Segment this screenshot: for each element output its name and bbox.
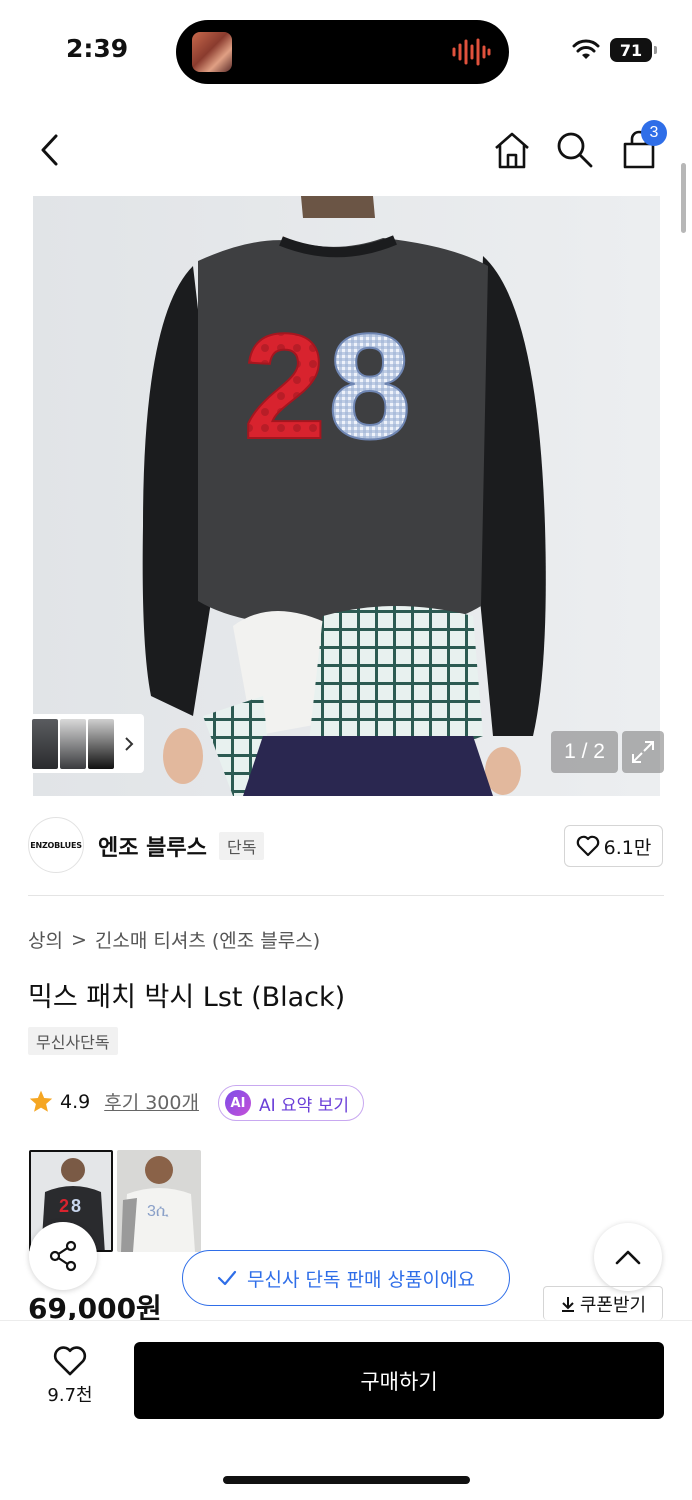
ai-summary-button[interactable]: AI AI 요약 보기 [218, 1085, 365, 1121]
brand-logo[interactable]: ENZOBLUES [28, 817, 84, 873]
expand-button[interactable] [622, 731, 664, 773]
brand-like-button[interactable]: 6.1만 [564, 825, 663, 867]
divider [28, 895, 664, 896]
search-button[interactable] [553, 128, 597, 172]
gallery-mini-thumb [32, 718, 58, 769]
status-indicators: 71 [572, 36, 657, 64]
download-icon [561, 1296, 574, 1312]
brand-name[interactable]: 엔조 블루스 [98, 830, 207, 862]
brand-exclusive-tag: 단독 [219, 832, 265, 860]
home-button[interactable] [490, 128, 534, 172]
heart-icon [576, 835, 599, 857]
wishlist-count: 9.7천 [47, 1385, 93, 1406]
print-digit-2: 2 [243, 302, 326, 470]
ai-summary-label: AI 요약 보기 [259, 1095, 350, 1116]
expand-icon [632, 741, 654, 763]
scrollbar[interactable] [681, 163, 686, 233]
brand-like-count: 6.1만 [603, 836, 652, 859]
breadcrumb-subcategory[interactable]: 긴소매 티셔츠 (엔조 블루스) [95, 926, 320, 953]
buy-button[interactable]: 구매하기 [134, 1342, 664, 1419]
ai-badge: AI [225, 1090, 251, 1116]
home-indicator[interactable] [223, 1476, 470, 1484]
chevron-up-icon [615, 1250, 641, 1265]
share-button[interactable] [29, 1222, 97, 1290]
share-icon [49, 1240, 77, 1272]
gallery-mini-thumb [60, 718, 86, 769]
wishlist-button[interactable]: 9.7천 [28, 1345, 112, 1415]
print-digit-8: 8 [328, 302, 411, 470]
product-photo: 2 8 [33, 196, 660, 796]
wifi-icon [572, 39, 600, 59]
product-title: 믹스 패치 박시 Lst (Black) [28, 982, 346, 1013]
svg-text:8: 8 [71, 1196, 81, 1216]
dynamic-island[interactable] [176, 20, 509, 84]
cart-button[interactable]: 3 [617, 120, 667, 172]
coupon-button[interactable]: 쿠폰받기 [543, 1286, 663, 1320]
chevron-right-icon [125, 736, 134, 751]
breadcrumb-separator: > [70, 928, 87, 951]
back-button[interactable] [28, 128, 72, 172]
status-time: 2:39 [66, 34, 129, 63]
svg-text:3ሲ: 3ሲ [147, 1203, 169, 1220]
exclusive-tag: 무신사단독 [28, 1027, 118, 1055]
rating-value: 4.9 [60, 1090, 91, 1113]
star-icon [29, 1090, 53, 1112]
exclusive-toast: 무신사 단독 판매 상품이에요 [182, 1250, 510, 1306]
scroll-top-button[interactable] [594, 1223, 662, 1291]
breadcrumb: 상의 > 긴소매 티셔츠 (엔조 블루스) [28, 926, 320, 953]
review-link[interactable]: 후기 300개 [104, 1088, 199, 1115]
gallery-mini-thumb [88, 718, 114, 769]
product-main-image[interactable]: 2 8 [33, 196, 660, 796]
svg-text:2: 2 [59, 1196, 69, 1216]
toast-message: 무신사 단독 판매 상품이에요 [247, 1268, 475, 1291]
breadcrumb-category[interactable]: 상의 [28, 926, 63, 953]
now-playing-artwork [192, 32, 232, 72]
coupon-label: 쿠폰받기 [579, 1294, 647, 1316]
check-icon [217, 1270, 237, 1286]
image-counter: 1 / 2 [551, 731, 618, 773]
audio-wave-icon [452, 38, 491, 66]
battery-indicator: 71 [610, 38, 657, 62]
back-icon [41, 134, 58, 166]
search-icon [557, 132, 593, 168]
heart-icon [53, 1346, 87, 1376]
rating-row: 4.9 후기 300개 [28, 1088, 199, 1115]
cart-count-badge: 3 [641, 120, 667, 146]
home-icon [495, 132, 529, 169]
color-option-white[interactable]: 3ሲ [117, 1150, 201, 1252]
gallery-thumbnail-strip[interactable] [28, 714, 144, 773]
